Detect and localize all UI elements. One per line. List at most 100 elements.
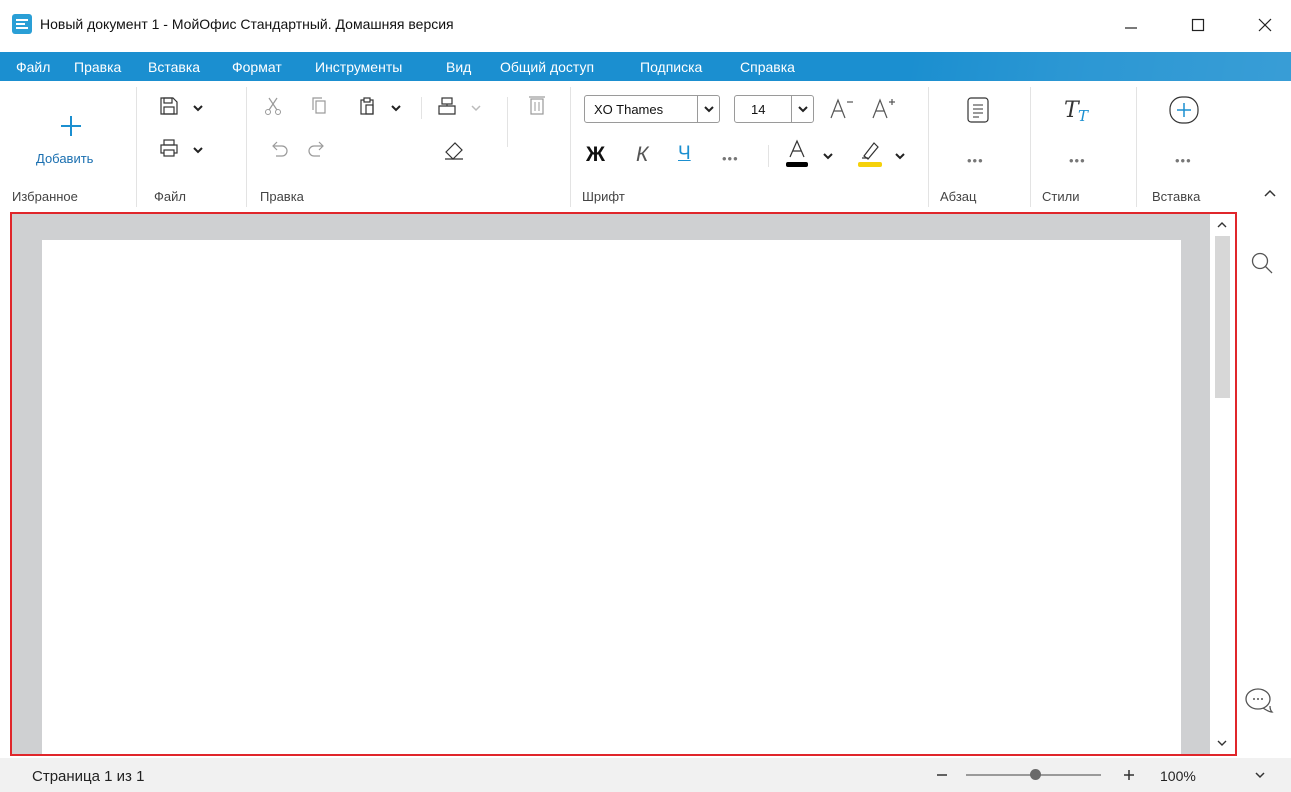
save-icon <box>160 97 178 115</box>
format-painter-icon <box>438 97 456 115</box>
add-favorite-button[interactable] <box>56 111 86 141</box>
zoom-out-button[interactable] <box>934 766 950 784</box>
chevron-down-icon[interactable] <box>822 151 834 161</box>
decrease-font-icon <box>830 98 853 119</box>
vertical-scrollbar[interactable] <box>1210 214 1235 754</box>
scroll-up-icon <box>1217 222 1227 228</box>
chevron-down-icon[interactable] <box>390 103 402 113</box>
maximize-button[interactable] <box>1175 0 1221 50</box>
font-size-value: 14 <box>751 102 766 117</box>
page-indicator: Страница 1 из 1 <box>32 768 145 785</box>
more-font-options[interactable]: ••• <box>722 151 739 166</box>
menu-sharing[interactable]: Общий доступ <box>500 59 594 75</box>
format-painter-button[interactable] <box>436 95 458 117</box>
group-label-paragraph: Абзац <box>940 189 977 204</box>
menu-bar: Файл Правка Вставка Формат Инструменты В… <box>0 52 1291 81</box>
zoom-level: 100% <box>1160 768 1196 784</box>
redo-icon <box>308 141 324 157</box>
font-family-select[interactable]: XO Thames <box>584 95 720 123</box>
increase-font-button[interactable] <box>870 95 898 121</box>
title-bar: Новый документ 1 - МойОфис Стандартный. … <box>0 0 1291 50</box>
minimize-button[interactable] <box>1108 0 1154 50</box>
chevron-down-icon[interactable] <box>894 151 906 161</box>
chevron-down-icon[interactable] <box>470 103 482 113</box>
delete-button[interactable] <box>526 93 548 117</box>
highlight-button[interactable] <box>856 139 884 169</box>
eraser-icon <box>445 142 463 160</box>
search-icon <box>1251 252 1273 274</box>
menu-help[interactable]: Справка <box>740 59 795 75</box>
menu-file[interactable]: Файл <box>16 59 50 75</box>
comments-button[interactable] <box>1243 686 1275 718</box>
cut-icon <box>265 97 281 115</box>
chevron-down-icon[interactable] <box>697 96 719 122</box>
italic-button[interactable]: К <box>636 143 648 167</box>
decrease-font-button[interactable] <box>828 95 856 121</box>
delete-icon <box>529 96 545 115</box>
undo-button[interactable] <box>268 139 290 159</box>
document-page[interactable] <box>42 240 1181 754</box>
font-size-select[interactable]: 14 <box>734 95 814 123</box>
scrollbar-thumb[interactable] <box>1215 236 1230 398</box>
add-favorite-label[interactable]: Добавить <box>36 151 93 166</box>
copy-button[interactable] <box>308 95 330 117</box>
group-label-styles: Стили <box>1042 189 1080 204</box>
close-button[interactable] <box>1242 0 1288 50</box>
menu-view[interactable]: Вид <box>446 59 471 75</box>
menu-format[interactable]: Формат <box>232 59 282 75</box>
paragraph-button[interactable] <box>964 95 992 125</box>
print-icon <box>160 139 178 157</box>
ribbon-toolbar: Добавить Избранное Файл Правка XO Thames… <box>0 81 1291 211</box>
insert-plus-icon <box>1169 96 1199 124</box>
document-viewport <box>10 212 1237 756</box>
zoom-in-button[interactable] <box>1121 766 1137 784</box>
collapse-ribbon-button[interactable] <box>1262 187 1278 201</box>
chevron-down-icon[interactable] <box>791 96 813 122</box>
status-menu-button[interactable] <box>1252 768 1268 782</box>
font-color-button[interactable] <box>784 139 810 169</box>
more-paragraph-options[interactable]: ••• <box>967 153 984 168</box>
paste-icon <box>360 97 374 115</box>
svg-text:T: T <box>1078 107 1089 125</box>
side-panel <box>1239 212 1291 756</box>
comments-icon <box>1245 688 1274 713</box>
group-label-file: Файл <box>154 189 186 204</box>
more-insert-options[interactable]: ••• <box>1175 153 1192 168</box>
increase-font-icon <box>872 98 895 119</box>
clear-format-button[interactable] <box>442 139 466 161</box>
underline-button[interactable]: Ч <box>678 143 691 165</box>
print-button[interactable] <box>158 137 180 159</box>
font-color-icon <box>786 139 808 167</box>
font-family-value: XO Thames <box>594 102 664 117</box>
styles-button[interactable]: TT <box>1062 95 1098 125</box>
paragraph-icon <box>967 97 989 123</box>
chevron-down-icon[interactable] <box>192 145 204 155</box>
save-button[interactable] <box>158 95 180 117</box>
menu-tools[interactable]: Инструменты <box>315 59 402 75</box>
window-title: Новый документ 1 - МойОфис Стандартный. … <box>40 16 454 32</box>
paste-button[interactable] <box>356 95 378 117</box>
maximize-icon <box>1191 18 1205 32</box>
more-styles-options[interactable]: ••• <box>1069 153 1086 168</box>
undo-icon <box>272 141 288 157</box>
chevron-down-icon <box>1255 772 1265 779</box>
zoom-slider-thumb[interactable] <box>1030 769 1041 780</box>
minus-icon <box>937 774 947 776</box>
menu-insert[interactable]: Вставка <box>148 59 200 75</box>
highlight-icon <box>858 142 882 167</box>
insert-button[interactable] <box>1168 95 1200 125</box>
chevron-down-icon[interactable] <box>192 103 204 113</box>
menu-subscription[interactable]: Подписка <box>640 59 702 75</box>
close-icon <box>1258 18 1272 32</box>
menu-edit[interactable]: Правка <box>74 59 121 75</box>
scroll-down-icon <box>1217 740 1227 746</box>
collapse-ribbon-icon <box>1264 189 1276 197</box>
cut-button[interactable] <box>262 95 284 117</box>
status-bar: Страница 1 из 1 100% <box>0 758 1291 792</box>
redo-button[interactable] <box>306 139 328 159</box>
bold-button[interactable]: Ж <box>586 143 605 167</box>
group-label-font: Шрифт <box>582 189 625 204</box>
group-label-insert: Вставка <box>1152 189 1201 204</box>
minimize-icon <box>1125 27 1137 29</box>
search-button[interactable] <box>1249 250 1275 276</box>
